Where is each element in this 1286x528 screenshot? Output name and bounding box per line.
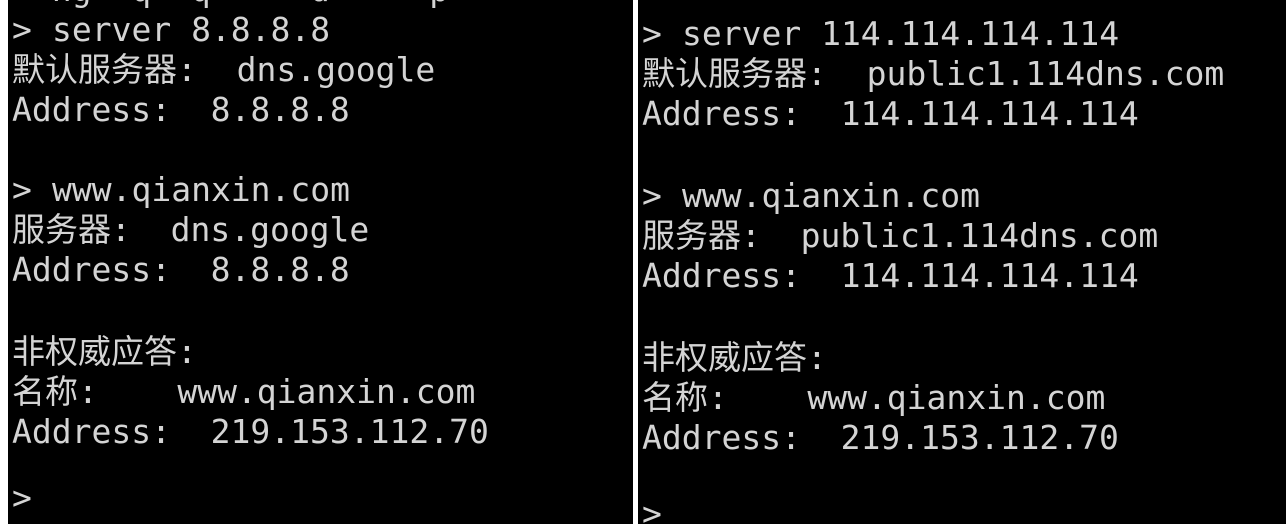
output-line: 默认服务器: dns.google xyxy=(12,50,436,89)
output-line: Address: 114.114.114.114 xyxy=(642,94,1139,133)
left-terminal-pane[interactable]: ng q q d p > server 8.8.8.8 默认服务器: dns.go… xyxy=(8,0,633,524)
input-prompt[interactable]: > xyxy=(642,494,682,524)
output-line: Address: 8.8.8.8 xyxy=(12,250,350,289)
output-line: 服务器: public1.114dns.com xyxy=(642,216,1159,255)
prompt-chevron-icon: > xyxy=(642,176,662,215)
output-line: Address: 114.114.114.114 xyxy=(642,256,1139,295)
nslookup-command-line: > server 8.8.8.8 xyxy=(12,10,330,50)
output-line: 名称: www.qianxin.com xyxy=(12,372,476,411)
nslookup-command-line: > www.qianxin.com xyxy=(642,176,980,216)
command-text: www.qianxin.com xyxy=(682,176,981,215)
output-line: 非权威应答: xyxy=(642,338,827,377)
command-text: www.qianxin.com xyxy=(52,170,351,209)
prompt-chevron-icon: > xyxy=(642,494,662,524)
input-prompt[interactable]: > xyxy=(12,478,52,518)
right-terminal-pane[interactable]: > server 114.114.114.114 默认服务器: public1.1… xyxy=(638,0,1286,524)
prompt-chevron-icon: > xyxy=(12,10,32,49)
prompt-chevron-icon: > xyxy=(12,478,32,517)
output-line: 默认服务器: public1.114dns.com xyxy=(642,54,1225,93)
output-line: Address: 219.153.112.70 xyxy=(12,412,489,451)
output-line: 非权威应答: xyxy=(12,332,197,371)
command-text: server 114.114.114.114 xyxy=(682,14,1120,53)
output-line: 名称: www.qianxin.com xyxy=(642,378,1106,417)
output-line: 服务器: dns.google xyxy=(12,210,370,249)
cut-off-previous-line: ng q q d p xyxy=(12,0,449,10)
prompt-chevron-icon: > xyxy=(12,170,32,209)
nslookup-command-line: > www.qianxin.com xyxy=(12,170,350,210)
prompt-chevron-icon: > xyxy=(642,14,662,53)
output-line: Address: 8.8.8.8 xyxy=(12,90,350,129)
command-text: server 8.8.8.8 xyxy=(52,10,331,49)
output-line: Address: 219.153.112.70 xyxy=(642,418,1119,457)
nslookup-command-line: > server 114.114.114.114 xyxy=(642,14,1119,54)
